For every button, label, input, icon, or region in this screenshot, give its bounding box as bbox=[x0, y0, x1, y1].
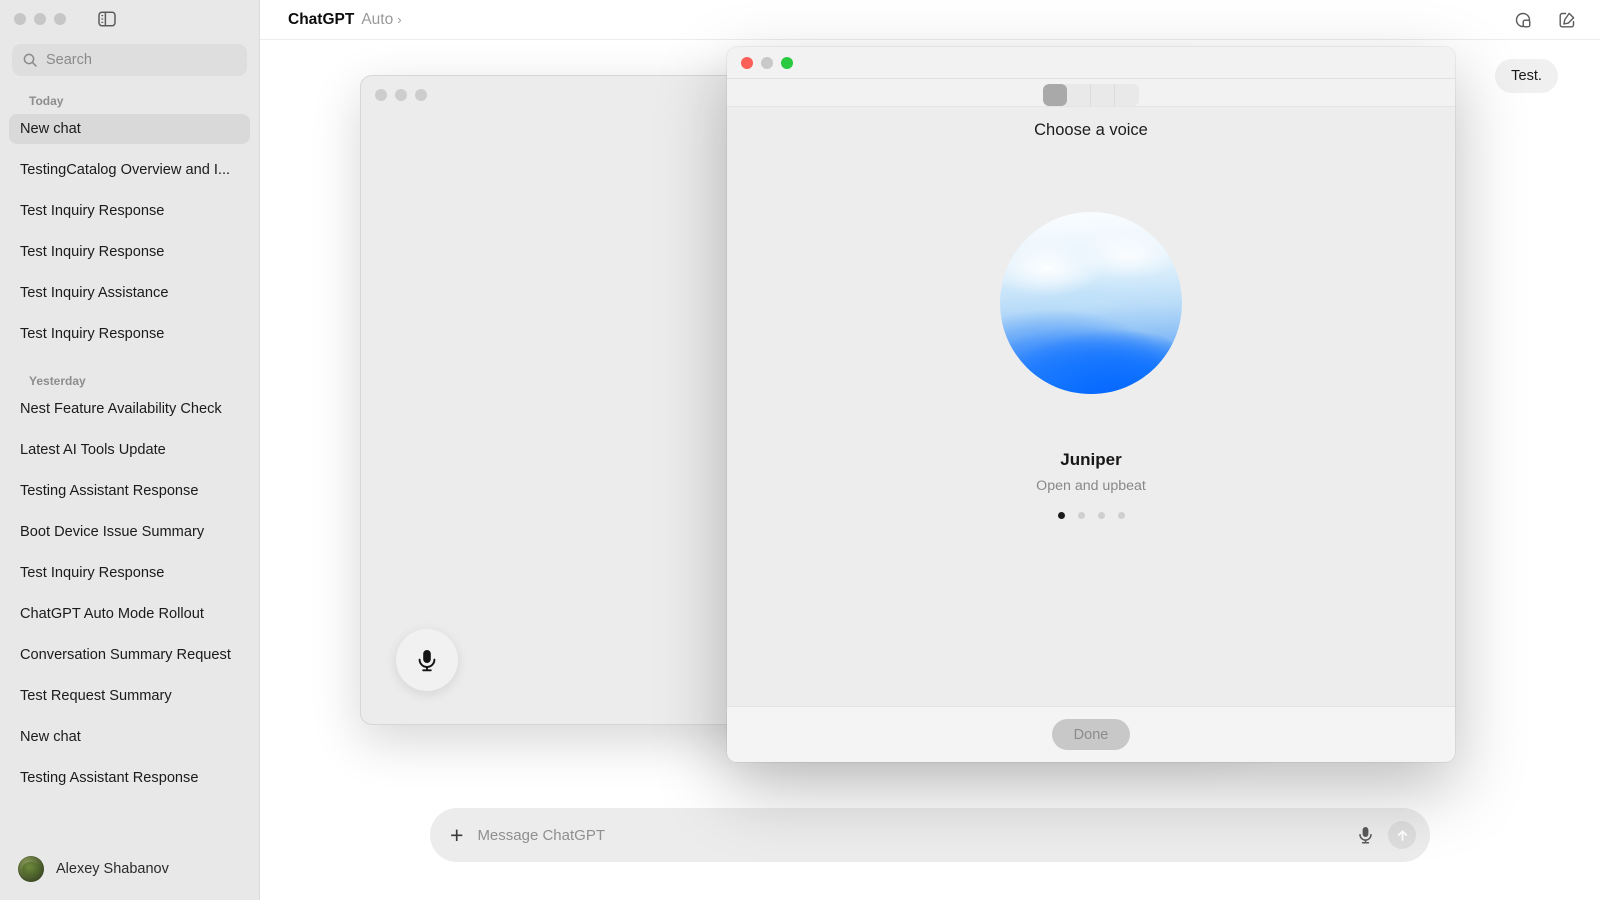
model-selector-label[interactable]: Auto bbox=[361, 11, 393, 29]
pagination-dot[interactable] bbox=[1057, 512, 1065, 519]
temporary-chat-icon[interactable] bbox=[1512, 9, 1534, 31]
user-message-bubble: Test. bbox=[1495, 59, 1558, 93]
chat-history-item[interactable]: New chat bbox=[9, 722, 250, 752]
chat-history-item[interactable]: Conversation Summary Request bbox=[9, 640, 250, 670]
top-bar: ChatGPT Auto › bbox=[260, 0, 1600, 40]
done-button[interactable]: Done bbox=[1052, 719, 1130, 750]
account-row[interactable]: Alexey Shabanov bbox=[0, 838, 259, 900]
pagination-dot[interactable] bbox=[1097, 512, 1105, 519]
plus-icon[interactable]: + bbox=[450, 823, 463, 847]
modal-segmented-row bbox=[727, 79, 1455, 107]
message-composer[interactable]: + Message ChatGPT bbox=[430, 808, 1430, 862]
chat-history-item[interactable]: Testing Assistant Response bbox=[9, 476, 250, 506]
microphone-icon bbox=[418, 650, 436, 672]
send-button[interactable] bbox=[1388, 821, 1416, 849]
modal-maximize-button[interactable] bbox=[781, 56, 793, 69]
modal-close-button[interactable] bbox=[741, 56, 753, 69]
chat-history-item[interactable]: Nest Feature Availability Check bbox=[9, 394, 250, 424]
chat-section-label: Yesterday bbox=[29, 374, 86, 388]
send-arrow-icon bbox=[1397, 829, 1407, 841]
search-input[interactable]: Search bbox=[12, 44, 247, 76]
search-container: Search bbox=[0, 38, 259, 80]
minimize-button[interactable] bbox=[34, 13, 46, 25]
chat-history-item[interactable]: Testing Assistant Response bbox=[9, 763, 250, 793]
pagination-dot[interactable] bbox=[1077, 512, 1085, 519]
new-chat-icon[interactable] bbox=[1556, 9, 1578, 31]
modal-footer: Done bbox=[727, 706, 1455, 762]
voice-window-close-button[interactable] bbox=[375, 89, 387, 101]
segment-segment-2[interactable] bbox=[1067, 83, 1091, 106]
modal-titlebar bbox=[727, 47, 1455, 79]
sidebar: Search Today New chat TestingCatalog Overv… bbox=[0, 0, 260, 900]
microphone-icon[interactable] bbox=[1357, 825, 1374, 845]
chat-history-item[interactable]: Test Inquiry Response bbox=[9, 196, 250, 226]
chat-history-item[interactable]: Test Inquiry Assistance bbox=[9, 278, 250, 308]
modal-heading: Choose a voice bbox=[1034, 121, 1148, 139]
chat-history-item[interactable]: Test Inquiry Response bbox=[9, 558, 250, 588]
app-titlebar bbox=[0, 0, 259, 38]
chat-history-item[interactable]: Test Request Summary bbox=[9, 681, 250, 711]
chat-history-item[interactable]: Latest AI Tools Update bbox=[9, 435, 250, 465]
chatgpt-app-window: Search Today New chat TestingCatalog Overv… bbox=[0, 0, 1600, 900]
voice-pagination-dots[interactable] bbox=[1057, 512, 1125, 519]
voice-orb bbox=[1000, 212, 1182, 394]
main-area: ChatGPT Auto › Test. + Message ChatGPT C… bbox=[260, 0, 1600, 900]
chat-history-item[interactable]: TestingCatalog Overview and I... bbox=[9, 155, 250, 185]
voice-mic-button[interactable] bbox=[396, 629, 458, 691]
modal-body: Choose a voice Juniper Open and upbeat bbox=[727, 107, 1455, 706]
voice-name: Juniper bbox=[1060, 450, 1122, 469]
chat-history-item[interactable]: Test Inquiry Response bbox=[9, 237, 250, 267]
voice-window-maximize-button[interactable] bbox=[415, 89, 427, 101]
chevron-right-icon[interactable]: › bbox=[397, 12, 401, 27]
chat-section-label: Today bbox=[29, 94, 64, 108]
chat-history-item[interactable]: Boot Device Issue Summary bbox=[9, 517, 250, 547]
pagination-dot[interactable] bbox=[1117, 512, 1125, 519]
search-placeholder: Search bbox=[46, 52, 92, 68]
modal-minimize-button[interactable] bbox=[761, 56, 773, 69]
chat-history-item[interactable]: New chat bbox=[9, 114, 250, 144]
top-bar-actions bbox=[1512, 9, 1578, 31]
maximize-button[interactable] bbox=[54, 13, 66, 25]
segment-segment-1[interactable] bbox=[1043, 83, 1067, 106]
chat-history-list: Today New chat TestingCatalog Overview and… bbox=[0, 80, 259, 838]
account-name: Alexey Shabanov bbox=[56, 861, 169, 877]
chat-history-item[interactable]: Test Inquiry Response bbox=[9, 319, 250, 349]
segment-segment-3[interactable] bbox=[1091, 83, 1115, 106]
choose-voice-modal: Choose a voice Juniper Open and upbeat D… bbox=[727, 47, 1455, 762]
page-title: ChatGPT bbox=[288, 10, 355, 28]
segment-segment-4[interactable] bbox=[1115, 84, 1139, 106]
sidebar-toggle-icon[interactable] bbox=[96, 9, 118, 29]
composer-container: + Message ChatGPT bbox=[260, 800, 1600, 900]
voice-window-minimize-button[interactable] bbox=[395, 89, 407, 101]
chat-history-item[interactable]: ChatGPT Auto Mode Rollout bbox=[9, 599, 250, 629]
avatar bbox=[18, 856, 44, 882]
voice-description: Open and upbeat bbox=[1036, 478, 1146, 494]
voice-segmented-control[interactable] bbox=[1043, 83, 1139, 106]
search-icon bbox=[23, 53, 37, 67]
composer-placeholder: Message ChatGPT bbox=[477, 826, 605, 844]
close-button[interactable] bbox=[14, 13, 26, 25]
